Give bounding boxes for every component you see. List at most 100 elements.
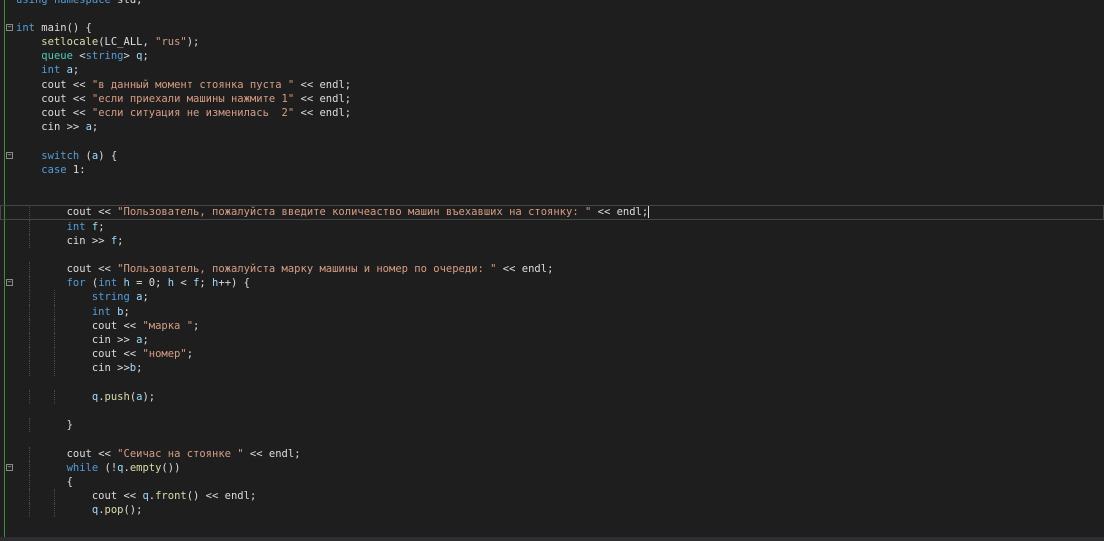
code-line[interactable] xyxy=(16,177,1104,191)
code-text: cout << "если ситуация не изменилась 2" … xyxy=(41,107,352,119)
indent-guide xyxy=(28,503,31,518)
code-line[interactable]: − switch (a) { xyxy=(6,149,1104,163)
code-line[interactable]: cout << "если ситуация не изменилась 2" … xyxy=(16,106,1104,120)
code-text: while (!q.empty()) xyxy=(66,461,181,474)
fold-toggle-icon[interactable]: − xyxy=(6,151,13,159)
code-text: { xyxy=(16,475,73,488)
indent-guide xyxy=(53,361,56,376)
code-line[interactable]: queue <string> q; xyxy=(16,49,1104,63)
indent-guide xyxy=(28,205,31,220)
code-line[interactable]: int a; xyxy=(16,63,1104,77)
code-line[interactable] xyxy=(16,517,1104,531)
indent-guide xyxy=(28,347,31,362)
code-text: for (int h = 0; h < f; h++) { xyxy=(66,277,250,290)
code-text: cin >> a; xyxy=(91,334,149,346)
code-text: int main() { xyxy=(16,21,92,34)
code-line[interactable]: cout << "Сеичас на стоянке " << endl; xyxy=(16,446,1104,461)
code-line[interactable]: cout << "номер"; xyxy=(16,347,1104,362)
code-line[interactable] xyxy=(16,134,1104,148)
change-indicator-bar xyxy=(4,0,5,541)
indent-guide xyxy=(28,304,31,319)
fold-toggle-icon[interactable]: − xyxy=(6,463,13,471)
indent-guide xyxy=(28,219,31,234)
indent-guide xyxy=(28,389,31,404)
code-text: cout << "марка "; xyxy=(91,319,200,332)
code-line[interactable] xyxy=(16,432,1104,446)
code-text: int a; xyxy=(41,64,80,77)
indent-guide xyxy=(53,347,56,362)
code-line[interactable]: int f; xyxy=(16,219,1104,234)
indent-guide xyxy=(53,290,56,305)
code-line[interactable]: string a; xyxy=(16,290,1104,305)
indent-guide xyxy=(28,446,31,461)
code-text: cout << "Пользователь, пожалуйста введит… xyxy=(66,206,649,219)
indent-guide xyxy=(53,304,56,319)
code-line[interactable]: cin >> f; xyxy=(16,233,1104,248)
indent-guide xyxy=(28,474,31,490)
code-line[interactable]: { xyxy=(16,474,1104,490)
code-line[interactable] xyxy=(16,404,1104,418)
indent-guide xyxy=(53,389,56,404)
code-text: case 1: xyxy=(41,163,86,176)
code-line[interactable]: } xyxy=(16,418,1104,433)
code-line[interactable]: cin >> a; xyxy=(16,333,1104,348)
code-text: queue <string> q; xyxy=(41,50,149,63)
code-text: cout << "в данный момент стоянка пуста "… xyxy=(41,78,352,91)
code-area[interactable]: using namespace std;−int main() { setloc… xyxy=(0,0,1104,532)
code-line[interactable]: q.pop(); xyxy=(16,503,1104,518)
code-line[interactable] xyxy=(16,248,1104,262)
code-text: q.push(a); xyxy=(91,390,156,403)
indent-guide xyxy=(28,418,31,433)
code-line[interactable]: q.push(a); xyxy=(16,389,1104,404)
code-line[interactable]: cout << q.front() << endl; xyxy=(16,489,1104,504)
fold-toggle-icon[interactable]: − xyxy=(6,279,13,287)
indent-guide xyxy=(53,333,56,348)
code-line[interactable]: cout << "если приехали машины нажмите 1"… xyxy=(16,92,1104,106)
code-text: string a; xyxy=(91,291,149,304)
code-line[interactable] xyxy=(16,7,1104,21)
code-line[interactable]: − while (!q.empty()) xyxy=(6,460,1104,475)
indent-guide xyxy=(28,290,31,305)
code-text: q.pop(); xyxy=(91,504,143,517)
code-line[interactable] xyxy=(16,191,1104,205)
indent-guide xyxy=(28,262,31,277)
code-line[interactable]: setlocale(LC_ALL, "rus"); xyxy=(16,35,1104,49)
code-text: int b; xyxy=(91,305,130,318)
indent-guide xyxy=(28,276,31,291)
code-text: cout << "номер"; xyxy=(91,348,194,361)
code-line[interactable]: cin >> a; xyxy=(16,120,1104,134)
code-text: cin >> a; xyxy=(41,121,99,134)
text-caret xyxy=(648,206,650,219)
code-text: cout << q.front() << endl; xyxy=(91,490,257,503)
indent-guide xyxy=(53,318,56,333)
code-text: switch (a) { xyxy=(41,149,118,162)
code-line[interactable]: int b; xyxy=(16,304,1104,319)
code-line[interactable]: cout << "марка "; xyxy=(16,318,1104,333)
code-line[interactable]: cout << "в данный момент стоянка пуста "… xyxy=(16,78,1104,92)
code-line[interactable]: cin >>b; xyxy=(16,361,1104,376)
code-text: cin >>b; xyxy=(91,362,143,375)
code-text: cout << "Сеичас на стоянке " << endl; xyxy=(66,447,301,460)
indent-guide xyxy=(28,361,31,376)
code-text: cout << "если приехали машины нажмите 1"… xyxy=(41,92,352,105)
code-line[interactable]: cout << "Пользователь, пожалуйста введит… xyxy=(0,205,1104,220)
indent-guide xyxy=(28,489,31,504)
code-text: cin >> f; xyxy=(66,234,124,247)
code-line[interactable]: case 1: xyxy=(16,163,1104,177)
code-text: cout << "Пользователь, пожалуйста марку … xyxy=(66,263,554,276)
code-text: } xyxy=(16,419,73,432)
indent-guide xyxy=(53,489,56,504)
indent-guide xyxy=(53,503,56,518)
code-editor[interactable]: using namespace std;−int main() { setloc… xyxy=(0,0,1104,541)
code-line[interactable] xyxy=(16,376,1104,390)
code-line[interactable]: − int main() { xyxy=(6,21,1104,35)
indent-guide xyxy=(28,233,31,248)
indent-guide xyxy=(28,318,31,333)
indent-guide xyxy=(28,460,31,475)
indent-guide xyxy=(28,333,31,348)
fold-toggle-icon[interactable]: − xyxy=(6,23,13,31)
status-bar xyxy=(0,537,1104,541)
code-line[interactable]: cout << "Пользователь, пожалуйста марку … xyxy=(16,262,1104,277)
code-line[interactable]: − for (int h = 0; h < f; h++) { xyxy=(6,276,1104,291)
code-line[interactable]: using namespace std; xyxy=(16,0,1104,7)
